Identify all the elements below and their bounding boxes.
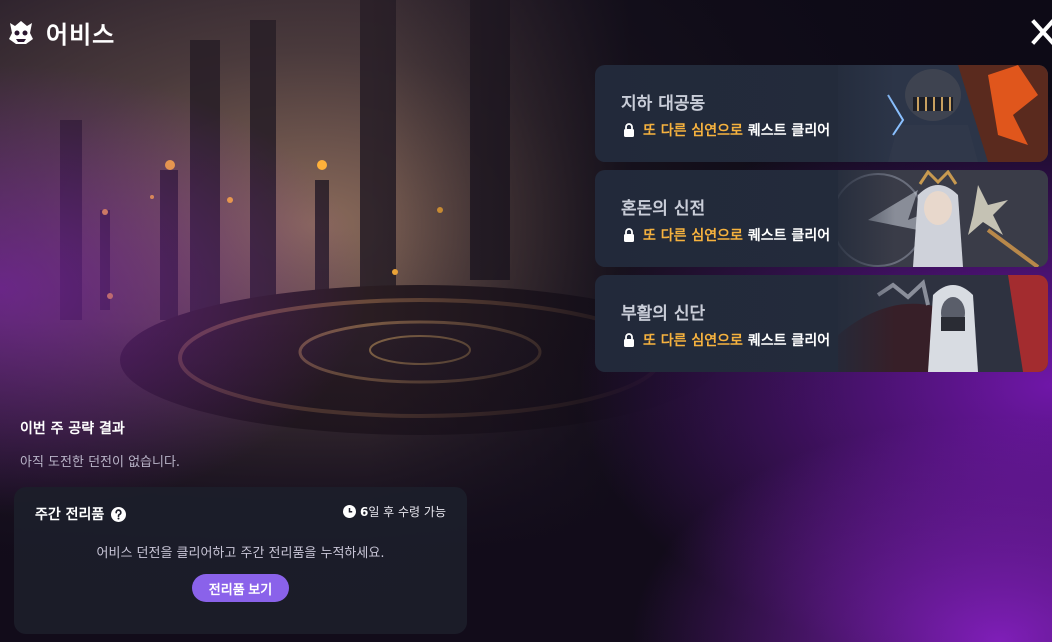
requirement-quest: 또 다른 심연으로 [643, 123, 743, 139]
demon-head-icon [9, 21, 33, 44]
requirement-quest: 또 다른 심연으로 [643, 333, 743, 349]
dungeon-name: 지하 대공동 [621, 94, 706, 114]
dungeon-requirement: 또 다른 심연으로 퀘스트 클리어 [623, 225, 830, 245]
help-icon[interactable] [111, 506, 127, 522]
close-icon[interactable] [1030, 16, 1052, 48]
dungeon-name: 부활의 신단 [621, 304, 706, 324]
requirement-quest: 또 다른 심연으로 [643, 228, 743, 244]
card-fade [825, 275, 895, 372]
lock-icon [624, 123, 634, 137]
clock-icon [342, 505, 356, 518]
weekly-reward-header: 주간 전리품 [35, 504, 127, 524]
weekly-reward-title: 주간 전리품 [35, 507, 105, 523]
requirement-text: 퀘스트 클리어 [747, 228, 831, 244]
dungeon-requirement: 또 다른 심연으로 퀘스트 클리어 [623, 330, 830, 350]
lock-icon [624, 333, 634, 347]
view-rewards-button[interactable]: 전리품 보기 [192, 574, 289, 602]
dungeon-card-resurrection-altar[interactable]: 부활의 신단 또 다른 심연으로 퀘스트 클리어 [595, 275, 1048, 372]
timer-suffix: 일 후 수령 가능 [368, 505, 446, 519]
weekly-result-title: 이번 주 공략 결과 [20, 421, 125, 437]
dungeon-card-underground-cavern[interactable]: 지하 대공동 또 다른 심연으로 퀘스트 클리어 [595, 65, 1048, 162]
dungeon-requirement: 또 다른 심연으로 퀘스트 클리어 [623, 120, 830, 140]
weekly-result-subtitle: 아직 도전한 던전이 없습니다. [20, 455, 181, 470]
dungeon-name: 혼돈의 신전 [621, 199, 706, 219]
card-fade [825, 65, 895, 162]
reward-timer: 6 일 후 수령 가능 [342, 503, 446, 520]
requirement-text: 퀘스트 클리어 [747, 333, 831, 349]
header: 어비스 [6, 14, 115, 50]
weekly-reward-description: 어비스 던전을 클리어하고 주간 전리품을 누적하세요. [96, 546, 385, 561]
timer-days: 6 [359, 504, 369, 519]
lock-icon [624, 228, 634, 242]
page-title: 어비스 [46, 20, 116, 49]
dungeon-card-chaos-temple[interactable]: 혼돈의 신전 또 다른 심연으로 퀘스트 클리어 [595, 170, 1048, 267]
dungeon-list: 지하 대공동 또 다른 심연으로 퀘스트 클리어 혼돈의 신전 또 다른 심연으… [595, 65, 1050, 380]
card-fade [825, 170, 895, 267]
weekly-reward-panel: 주간 전리품 6 일 후 수령 가능 어비스 던전을 클리어하고 주간 전리품을… [14, 487, 467, 634]
requirement-text: 퀘스트 클리어 [747, 123, 831, 139]
